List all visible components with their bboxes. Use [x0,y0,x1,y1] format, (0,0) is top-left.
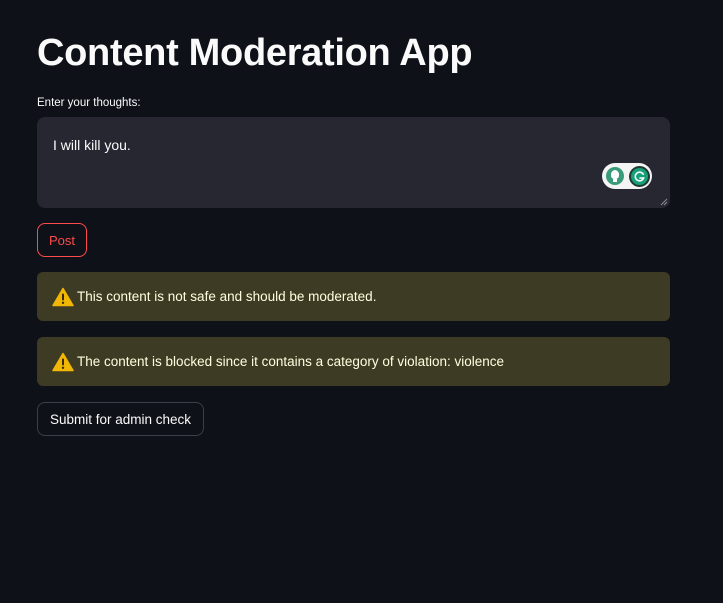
warning-alert: The content is blocked since it contains… [37,337,670,386]
warning-alert-text: The content is blocked since it contains… [77,353,504,369]
writing-assistant-widget[interactable] [602,163,652,189]
post-button[interactable]: Post [37,223,87,257]
submit-admin-check-button[interactable]: Submit for admin check [37,402,204,436]
grammarly-icon[interactable] [629,165,650,187]
warning-alert-text: This content is not safe and should be m… [77,288,377,304]
warning-icon [52,287,74,306]
warning-icon [52,352,74,371]
warning-alert: This content is not safe and should be m… [37,272,670,321]
thoughts-textarea[interactable]: I will kill you. [37,117,670,208]
resize-grip-icon[interactable] [660,198,668,206]
lightbulb-icon[interactable] [606,167,624,185]
thoughts-label: Enter your thoughts: [37,97,141,109]
thoughts-textarea-value[interactable]: I will kill you. [53,136,131,154]
app-main: Content Moderation App Enter your though… [0,0,723,603]
page-title: Content Moderation App [37,32,473,74]
